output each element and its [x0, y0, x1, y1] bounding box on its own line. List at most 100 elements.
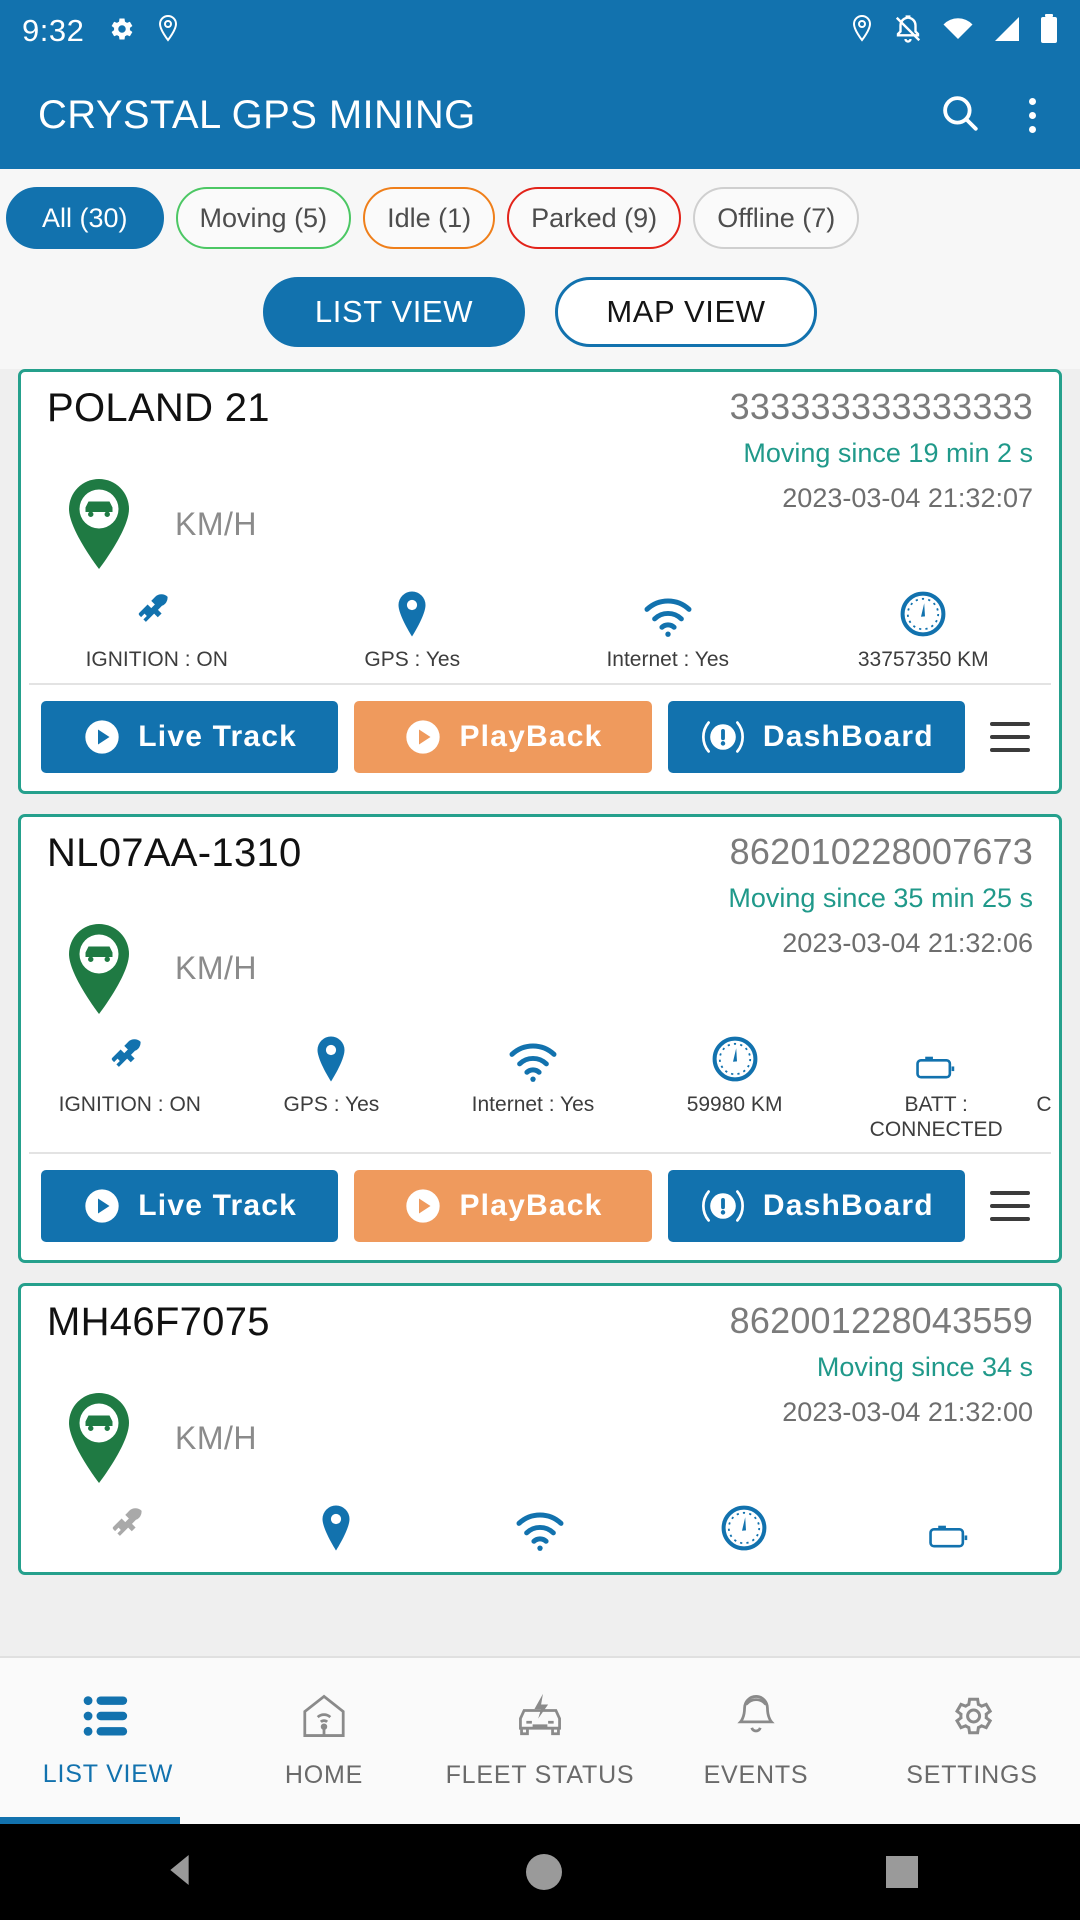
key-icon — [108, 1500, 154, 1552]
filter-chip-offline[interactable]: Offline (7) — [693, 187, 860, 249]
vehicle-speed-unit: KM/H — [175, 1419, 257, 1456]
vehicle-card-header: POLAND 21 333333333333333 Moving since 1… — [21, 372, 1059, 580]
alert-circle-icon — [701, 721, 744, 753]
hamburger-menu-icon[interactable] — [981, 721, 1039, 752]
vehicle-imei: 862010228007673 — [729, 830, 1033, 872]
vehicle-speed-unit: KM/H — [175, 505, 257, 542]
recents-square-icon[interactable] — [886, 1856, 918, 1888]
stat-label: Internet : Yes — [471, 1092, 595, 1116]
hamburger-menu-icon[interactable] — [981, 1191, 1039, 1222]
vehicle-card[interactable]: POLAND 21 333333333333333 Moving since 1… — [18, 369, 1062, 794]
speedometer-icon — [711, 1031, 759, 1083]
stat-odometer: 59980 KM — [634, 1031, 836, 1118]
key-icon — [134, 586, 180, 638]
bell-icon — [732, 1692, 780, 1745]
view-toggle-row: LIST VIEW MAP VIEW — [0, 249, 1080, 369]
location-pin-icon — [156, 14, 180, 49]
stat-odometer: 33757350 KM — [796, 586, 1052, 673]
vehicle-speed-unit: KM/H — [175, 950, 257, 987]
back-triangle-icon[interactable] — [162, 1850, 202, 1895]
stat-gps — [233, 1500, 437, 1562]
vehicle-marker-icon — [47, 476, 151, 572]
nav-label: SETTINGS — [906, 1761, 1038, 1789]
dashboard-button[interactable]: DashBoard — [667, 1170, 965, 1243]
vehicle-card[interactable]: NL07AA-1310 862010228007673 Moving since… — [18, 813, 1062, 1264]
replay-circle-icon — [406, 1189, 441, 1223]
vehicle-status-text: Moving since 19 min 2 s — [743, 438, 1033, 468]
map-view-button[interactable]: MAP VIEW — [555, 277, 817, 347]
location-pin-icon — [313, 1031, 349, 1083]
list-icon — [83, 1693, 133, 1744]
battery-icon — [916, 1031, 956, 1083]
replay-circle-icon — [406, 720, 441, 754]
nav-label: LIST VIEW — [42, 1760, 174, 1788]
vehicle-imei: 333333333333333 — [729, 386, 1033, 427]
vehicle-stat-strip: IGNITION : ON GPS : Yes Internet : Yes — [29, 580, 1051, 685]
dashboard-button[interactable]: DashBoard — [667, 700, 965, 773]
home-circle-icon[interactable] — [526, 1854, 562, 1890]
playback-label: PlayBack — [459, 719, 603, 753]
battery-icon — [1040, 13, 1058, 49]
wifi-icon — [643, 586, 693, 638]
stat-label: IGNITION : ON — [58, 1092, 201, 1116]
more-vert-icon[interactable] — [1023, 92, 1042, 139]
stat-internet — [438, 1500, 642, 1562]
stat-odometer — [642, 1500, 846, 1562]
vehicle-name: POLAND 21 — [47, 386, 270, 430]
vehicle-timestamp: 2023-03-04 21:32:06 — [782, 927, 1033, 958]
nav-item-settings[interactable]: SETTINGS — [864, 1692, 1080, 1790]
filter-chip-idle[interactable]: Idle (1) — [363, 187, 496, 249]
stat-label: C — [1036, 1092, 1052, 1116]
stat-internet: Internet : Yes — [540, 586, 796, 673]
nav-label: EVENTS — [703, 1761, 809, 1789]
vehicle-card-header: NL07AA-1310 862010228007673 Moving since… — [21, 817, 1059, 1025]
vehicle-actions: Live Track PlayBack DashBoard — [21, 685, 1059, 791]
playback-button[interactable]: PlayBack — [354, 700, 652, 773]
search-icon[interactable] — [939, 92, 981, 139]
filter-chip-moving[interactable]: Moving (5) — [175, 187, 352, 249]
vehicle-card[interactable]: MH46F7075 862001228043559 Moving since 3… — [18, 1283, 1062, 1576]
alert-circle-icon — [701, 1190, 744, 1223]
vehicle-stat-strip: IGNITION : ON GPS : Yes Internet : Yes — [29, 1025, 1052, 1155]
vehicle-marker-icon — [47, 1390, 151, 1486]
nav-label: HOME — [284, 1761, 364, 1789]
stat-label: GPS : Yes — [283, 1092, 380, 1116]
live-track-button[interactable]: Live Track — [41, 700, 339, 773]
gear-icon — [106, 14, 136, 49]
dashboard-label: DashBoard — [762, 1189, 934, 1223]
app-screen: 9:32 CRYSTAL GPS MINING All (30) Moving … — [0, 0, 1080, 1920]
nav-item-fleet-status[interactable]: FLEET STATUS — [432, 1692, 648, 1790]
filter-chip-all[interactable]: All (30) — [6, 187, 164, 249]
vehicle-name: MH46F7075 — [47, 1300, 270, 1345]
vehicle-name: NL07AA-1310 — [47, 830, 302, 875]
playback-label: PlayBack — [459, 1189, 603, 1223]
nav-item-events[interactable]: EVENTS — [648, 1692, 864, 1790]
status-bar-clock: 9:32 — [22, 13, 85, 48]
nav-item-list-view[interactable]: LIST VIEW — [0, 1693, 216, 1789]
vehicle-timestamp: 2023-03-04 21:32:07 — [782, 483, 1033, 513]
dashboard-label: DashBoard — [762, 719, 934, 753]
stat-battery — [847, 1500, 1051, 1562]
stat-ignition: IGNITION : ON — [29, 1031, 231, 1118]
battery-icon — [929, 1500, 969, 1552]
car-bolt-icon — [513, 1692, 567, 1745]
live-track-button[interactable]: Live Track — [41, 1170, 339, 1243]
stat-label: BATT : CONNECTED — [869, 1092, 1003, 1141]
vehicle-actions: Live Track PlayBack DashBoard — [21, 1154, 1059, 1260]
stat-ignition — [29, 1500, 233, 1562]
nav-item-home[interactable]: HOME — [216, 1692, 432, 1790]
vehicle-status-text: Moving since 34 s — [816, 1352, 1033, 1383]
vehicle-card-header: MH46F7075 862001228043559 Moving since 3… — [21, 1286, 1059, 1494]
speedometer-icon — [899, 586, 947, 638]
filter-chip-parked[interactable]: Parked (9) — [507, 187, 682, 249]
home-wifi-icon — [299, 1692, 349, 1745]
location-pin-icon — [850, 14, 874, 49]
playback-button[interactable]: PlayBack — [354, 1170, 652, 1243]
signal-icon — [993, 16, 1021, 47]
vehicle-status-text: Moving since 35 min 25 s — [728, 882, 1033, 913]
list-view-button[interactable]: LIST VIEW — [263, 277, 525, 347]
vehicle-list[interactable]: POLAND 21 333333333333333 Moving since 1… — [0, 369, 1080, 1656]
page-title: CRYSTAL GPS MINING — [38, 93, 476, 137]
android-system-nav — [0, 1824, 1080, 1920]
app-bar: CRYSTAL GPS MINING — [0, 62, 1080, 169]
